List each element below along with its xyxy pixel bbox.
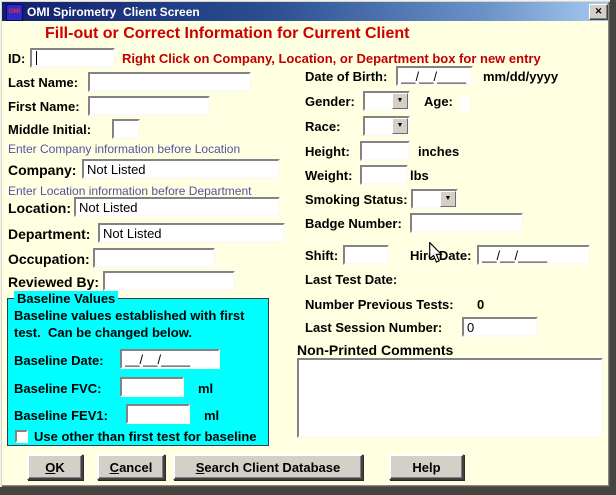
gender-label: Gender:	[305, 94, 355, 109]
shift-input[interactable]	[343, 245, 389, 265]
department-input[interactable]	[98, 223, 285, 243]
close-icon: ✕	[595, 6, 603, 16]
baseline-date-label: Baseline Date:	[14, 353, 104, 368]
height-unit-label: inches	[418, 144, 459, 159]
location-hint: Enter Location information before Depart…	[8, 184, 251, 198]
age-value	[460, 96, 469, 112]
middle-initial-input[interactable]	[112, 119, 140, 139]
cancel-button[interactable]: Cancel	[97, 454, 165, 480]
baseline-group-legend: Baseline Values	[14, 291, 118, 306]
last-session-input[interactable]	[462, 317, 538, 337]
previous-tests-label: Number Previous Tests:	[305, 297, 454, 312]
location-label: Location:	[8, 200, 71, 216]
baseline-fvc-input[interactable]	[120, 377, 184, 397]
last-session-label: Last Session Number:	[305, 320, 442, 335]
badge-number-label: Badge Number:	[305, 216, 402, 231]
baseline-fvc-label: Baseline FVC:	[14, 381, 101, 396]
id-input[interactable]	[30, 48, 115, 68]
occupation-input[interactable]	[93, 248, 215, 268]
middle-initial-label: Middle Initial:	[8, 122, 91, 137]
first-name-label: First Name:	[8, 99, 80, 114]
hire-date-input[interactable]	[477, 245, 590, 265]
search-client-database-button[interactable]: Search Client Database	[173, 454, 363, 480]
baseline-date-input[interactable]	[120, 349, 220, 369]
right-click-instruction: Right Click on Company, Location, or Dep…	[122, 51, 541, 66]
reviewed-by-input[interactable]	[103, 271, 235, 291]
weight-input[interactable]	[360, 165, 408, 185]
baseline-description: Baseline values established with first t…	[14, 307, 264, 341]
baseline-values-group: Baseline Values Baseline values establis…	[7, 298, 269, 446]
company-input[interactable]	[82, 159, 280, 179]
comments-label: Non-Printed Comments	[297, 342, 453, 358]
weight-label: Weight:	[305, 168, 352, 183]
app-icon: OMI	[6, 4, 23, 21]
window-title: OMI Spirometry Client Screen	[27, 5, 200, 19]
race-select[interactable]: ▼	[363, 116, 410, 136]
baseline-fev1-input[interactable]	[126, 404, 190, 424]
text-caret	[36, 51, 37, 65]
shift-label: Shift:	[305, 248, 338, 263]
ok-button[interactable]: OK	[27, 454, 83, 480]
height-label: Height:	[305, 144, 350, 159]
height-input[interactable]	[360, 141, 410, 161]
smoking-status-label: Smoking Status:	[305, 192, 408, 207]
dob-label: Date of Birth:	[305, 69, 387, 84]
race-label: Race:	[305, 119, 340, 134]
comments-textarea[interactable]	[297, 358, 603, 438]
mouse-cursor-icon	[428, 242, 443, 264]
gender-select[interactable]: ▼	[363, 91, 410, 111]
location-input[interactable]	[74, 197, 280, 217]
baseline-checkbox-label: Use other than first test for baseline	[34, 429, 257, 444]
close-button[interactable]: ✕	[589, 4, 608, 20]
age-label: Age:	[424, 94, 453, 109]
baseline-checkbox[interactable]	[15, 430, 28, 443]
company-hint: Enter Company information before Locatio…	[8, 142, 240, 156]
reviewed-by-label: Reviewed By:	[8, 274, 99, 290]
page-title: Fill-out or Correct Information for Curr…	[45, 25, 409, 43]
chevron-down-icon[interactable]: ▼	[392, 118, 408, 134]
baseline-fev1-label: Baseline FEV1:	[14, 408, 108, 423]
title-bar[interactable]: OMI OMI Spirometry Client Screen ✕	[2, 2, 608, 21]
chevron-down-icon[interactable]: ▼	[392, 93, 408, 109]
help-button[interactable]: Help	[389, 454, 464, 480]
weight-unit-label: lbs	[410, 168, 429, 183]
dob-format-label: mm/dd/yyyy	[483, 69, 558, 84]
last-name-label: Last Name:	[8, 75, 78, 90]
first-name-input[interactable]	[88, 96, 210, 116]
previous-tests-value: 0	[477, 297, 484, 312]
last-test-date-label: Last Test Date:	[305, 272, 397, 287]
department-label: Department:	[8, 226, 90, 242]
occupation-label: Occupation:	[8, 251, 90, 267]
badge-number-input[interactable]	[410, 213, 523, 233]
last-name-input[interactable]	[88, 72, 251, 92]
id-label: ID:	[8, 51, 25, 66]
company-label: Company:	[8, 162, 76, 178]
baseline-fvc-unit: ml	[198, 381, 213, 396]
baseline-fev1-unit: ml	[204, 408, 219, 423]
dob-input[interactable]	[396, 66, 473, 86]
smoking-status-select[interactable]: ▼	[411, 189, 458, 209]
client-screen-window: OMI OMI Spirometry Client Screen ✕ Fill-…	[0, 0, 610, 487]
chevron-down-icon[interactable]: ▼	[440, 191, 456, 207]
